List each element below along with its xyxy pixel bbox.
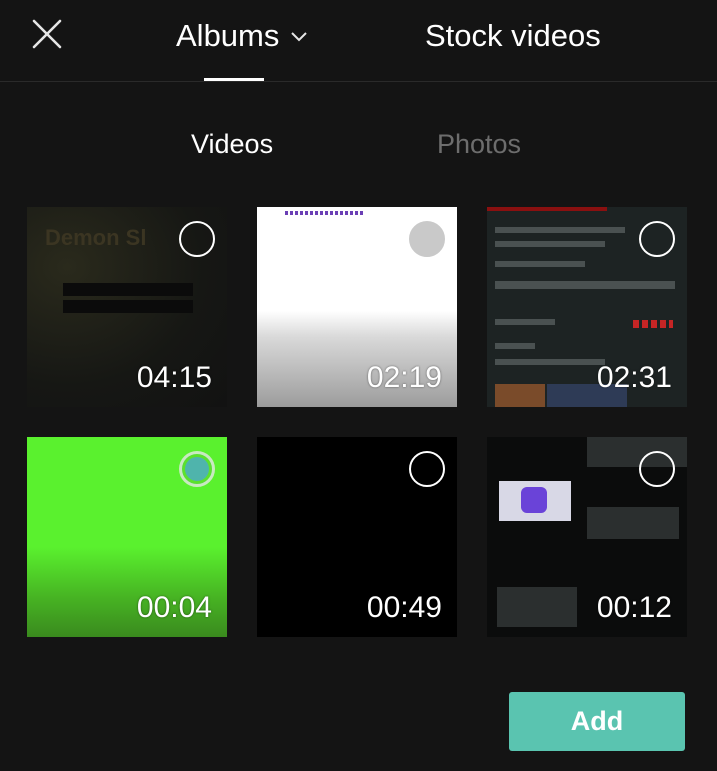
select-circle[interactable]: [179, 221, 215, 257]
active-tab-indicator: [204, 78, 264, 81]
top-bar: Albums Stock videos: [0, 0, 717, 82]
tab-stock-videos[interactable]: Stock videos: [425, 14, 601, 58]
tab-albums-label: Albums: [176, 18, 280, 53]
media-thumbnail[interactable]: 00:04: [27, 437, 227, 637]
media-thumbnail[interactable]: 00:12: [487, 437, 687, 637]
media-thumbnail[interactable]: Demon Sl 04:15: [27, 207, 227, 407]
select-circle[interactable]: [409, 451, 445, 487]
video-duration: 04:15: [136, 361, 212, 394]
tab-albums[interactable]: Albums: [176, 14, 308, 58]
video-duration: 02:19: [366, 361, 442, 394]
video-duration: 00:04: [136, 591, 212, 624]
subtab-videos[interactable]: Videos: [191, 124, 273, 164]
video-duration: 02:31: [596, 361, 672, 394]
select-circle[interactable]: [409, 221, 445, 257]
video-duration: 00:49: [366, 591, 442, 624]
video-duration: 00:12: [596, 591, 672, 624]
media-picker-screen: Albums Stock videos Videos Photos Demon …: [0, 0, 717, 771]
media-thumbnail[interactable]: 00:49: [257, 437, 457, 637]
close-button[interactable]: [22, 14, 74, 54]
select-circle[interactable]: [179, 451, 215, 487]
chevron-down-icon: [291, 32, 308, 42]
media-thumbnail[interactable]: 02:19: [257, 207, 457, 407]
close-icon: [32, 19, 62, 49]
media-thumbnail[interactable]: 02:31: [487, 207, 687, 407]
select-circle[interactable]: [639, 451, 675, 487]
select-circle[interactable]: [639, 221, 675, 257]
add-button[interactable]: Add: [509, 692, 685, 751]
subtab-photos[interactable]: Photos: [437, 124, 521, 164]
